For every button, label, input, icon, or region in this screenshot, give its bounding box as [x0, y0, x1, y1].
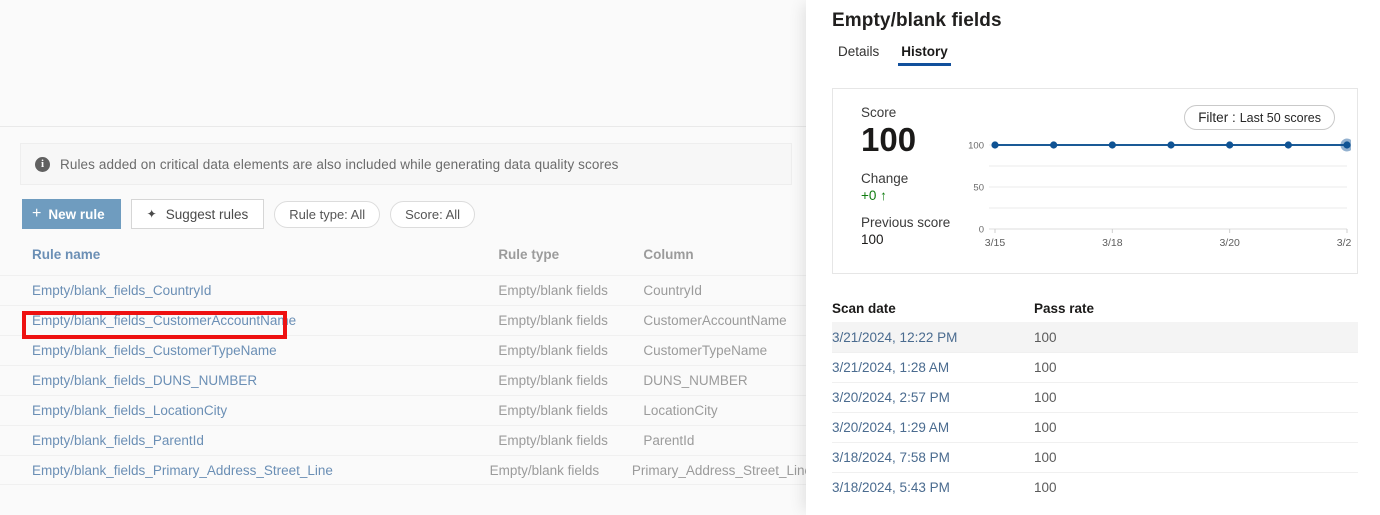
rules-toolbar: + New rule ✦ Suggest rules Rule type: Al… — [22, 199, 812, 229]
list-item[interactable]: 3/18/2024, 7:58 PM 100 — [832, 442, 1358, 472]
filter-pill-prefix: Filter : — [1198, 110, 1236, 125]
score-filter[interactable]: Score: All — [390, 200, 476, 228]
suggest-rules-button[interactable]: ✦ Suggest rules — [130, 199, 265, 229]
rule-name-link[interactable]: Empty/blank_fields_CustomerAccountName — [32, 313, 498, 328]
column-cell: CustomerTypeName — [643, 343, 768, 358]
scan-date-cell: 3/18/2024, 5:43 PM — [832, 480, 950, 495]
rule-name-link[interactable]: Empty/blank_fields_CustomerTypeName — [32, 343, 498, 358]
rules-table: Rule name Rule type Column Empty/blank_f… — [0, 247, 812, 485]
column-cell: Primary_Address_Street_Line — [631, 462, 812, 478]
list-item[interactable]: 3/20/2024, 2:57 PM 100 — [832, 382, 1358, 412]
scan-date-cell: 3/20/2024, 1:29 AM — [832, 420, 950, 435]
svg-text:50: 50 — [973, 183, 984, 194]
rule-type-cell: Empty/blank fields — [498, 283, 608, 298]
column-cell: CustomerAccountName — [643, 313, 787, 328]
rule-name-link[interactable]: Empty/blank_fields_DUNS_NUMBER — [32, 373, 498, 388]
column-header-rule-type: Rule type — [498, 247, 560, 262]
rule-name-link[interactable]: Empty/blank_fields_ParentId — [32, 433, 498, 448]
scan-date-cell: 3/18/2024, 7:58 PM — [832, 450, 950, 465]
column-cell: DUNS_NUMBER — [643, 373, 748, 388]
pass-rate-cell: 100 — [1034, 330, 1057, 345]
column-header-scan-date: Scan date — [832, 300, 896, 316]
rule-name-link[interactable]: Empty/blank_fields_LocationCity — [32, 403, 498, 418]
rule-type-filter[interactable]: Rule type: All — [274, 200, 381, 228]
score-card: Score 100 Change +0 ↑ Previous score 100… — [832, 88, 1358, 274]
score-filter-label: Score: All — [405, 206, 461, 222]
column-header-rule-name: Rule name — [32, 247, 101, 262]
plus-icon: + — [32, 205, 42, 222]
score-history-chart: 0 50 100 3/15 3/18 3/20 3/21 — [951, 137, 1351, 257]
column-header-pass-rate: Pass rate — [1034, 300, 1095, 316]
tab-details-label: Details — [838, 44, 880, 59]
suggest-rules-label: Suggest rules — [165, 206, 249, 222]
new-rule-button[interactable]: + New rule — [22, 199, 121, 229]
svg-text:3/18: 3/18 — [1102, 237, 1123, 249]
panel-tabs: Details History — [838, 44, 1380, 66]
pass-rate-cell: 100 — [1034, 450, 1057, 465]
info-banner: i Rules added on critical data elements … — [20, 143, 792, 185]
column-header-column: Column — [643, 247, 694, 262]
rule-type-cell: Empty/blank fields — [489, 462, 600, 478]
table-row[interactable]: Empty/blank_fields_LocationCity Empty/bl… — [0, 395, 812, 425]
details-side-panel: Empty/blank fields Details History Score… — [806, 0, 1380, 515]
pass-rate-cell: 100 — [1034, 390, 1057, 405]
scan-date-cell: 3/21/2024, 1:28 AM — [832, 360, 950, 375]
pass-rate-cell: 100 — [1034, 360, 1057, 375]
score-line-chart-svg: 0 50 100 3/15 3/18 3/20 3/21 — [968, 138, 1351, 249]
filter-pill-value: Last 50 scores — [1239, 110, 1321, 125]
rules-list-page: i Rules added on critical data elements … — [0, 0, 812, 515]
page-header-area — [0, 0, 812, 126]
rule-type-cell: Empty/blank fields — [498, 433, 608, 448]
screen: i Rules added on critical data elements … — [0, 0, 1380, 515]
rule-type-filter-label: Rule type: All — [289, 206, 366, 222]
table-row[interactable]: Empty/blank_fields_CustomerTypeName Empt… — [0, 335, 812, 365]
pass-rate-cell: 100 — [1034, 420, 1057, 435]
table-row[interactable]: Empty/blank_fields_DUNS_NUMBER Empty/bla… — [0, 365, 812, 395]
rule-type-cell: Empty/blank fields — [498, 373, 608, 388]
svg-text:0: 0 — [979, 225, 984, 236]
pass-rate-cell: 100 — [1034, 480, 1057, 495]
rule-name-link[interactable]: Empty/blank_fields_CountryId — [32, 283, 498, 298]
table-row[interactable]: Empty/blank_fields_ParentId Empty/blank … — [0, 425, 812, 455]
page-title: Empty/blank fields — [832, 10, 1002, 31]
list-item[interactable]: 3/18/2024, 5:43 PM 100 — [832, 472, 1358, 502]
list-item[interactable]: 3/20/2024, 1:29 AM 100 — [832, 412, 1358, 442]
history-table: Scan date Pass rate 3/21/2024, 12:22 PM … — [832, 294, 1358, 502]
column-cell: ParentId — [643, 433, 695, 448]
column-cell: CountryId — [643, 283, 702, 298]
tab-history-label: History — [901, 44, 948, 59]
column-cell: LocationCity — [643, 403, 718, 418]
list-item[interactable]: 3/21/2024, 1:28 AM 100 — [832, 352, 1358, 382]
new-rule-label: New rule — [48, 206, 105, 222]
info-icon: i — [35, 156, 50, 172]
rule-name-link[interactable]: Empty/blank_fields_Primary_Address_Stree… — [32, 463, 490, 478]
table-row[interactable]: Empty/blank_fields_CustomerAccountName E… — [0, 305, 812, 335]
info-banner-text: Rules added on critical data elements ar… — [60, 156, 619, 172]
rule-type-cell: Empty/blank fields — [498, 313, 608, 328]
tab-history[interactable]: History — [898, 44, 951, 66]
sparkle-icon: ✦ — [146, 207, 157, 221]
rule-type-cell: Empty/blank fields — [498, 343, 608, 358]
header-divider — [0, 126, 812, 127]
scan-date-cell: 3/20/2024, 2:57 PM — [832, 390, 950, 405]
history-table-header: Scan date Pass rate — [832, 294, 1358, 322]
table-row[interactable]: Empty/blank_fields_CountryId Empty/blank… — [0, 275, 812, 305]
rule-type-cell: Empty/blank fields — [498, 403, 608, 418]
list-item[interactable]: 3/21/2024, 12:22 PM 100 — [832, 322, 1358, 352]
rules-table-header: Rule name Rule type Column — [0, 247, 812, 275]
svg-text:3/21: 3/21 — [1337, 237, 1351, 249]
svg-text:100: 100 — [968, 141, 984, 152]
svg-text:3/15: 3/15 — [985, 237, 1006, 249]
table-row[interactable]: Empty/blank_fields_Primary_Address_Stree… — [0, 455, 812, 485]
tab-details[interactable]: Details — [838, 44, 879, 66]
score-filter-pill[interactable]: Filter : Last 50 scores — [1184, 105, 1335, 130]
score-label: Score — [861, 105, 897, 120]
scan-date-cell: 3/21/2024, 12:22 PM — [832, 330, 958, 345]
svg-text:3/20: 3/20 — [1219, 237, 1240, 249]
